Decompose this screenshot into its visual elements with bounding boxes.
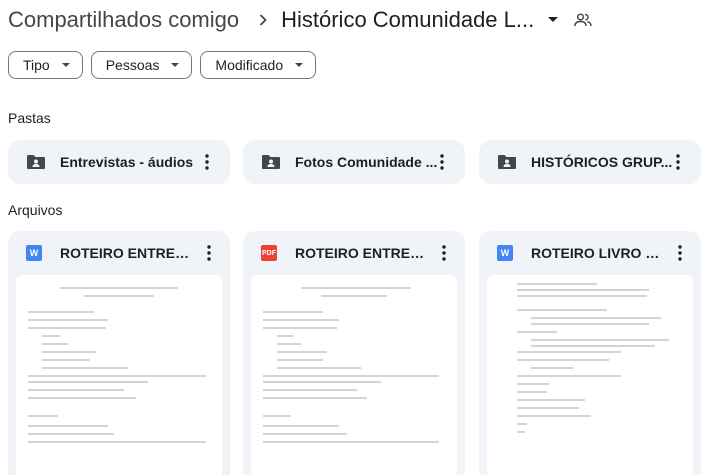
caret-down-icon [171, 63, 180, 67]
caret-down-icon [295, 63, 304, 67]
document-thumbnail [487, 275, 693, 475]
file-card-header: W ROTEIRO LIVRO CO... [479, 231, 701, 275]
word-doc-icon: W [497, 245, 513, 261]
filter-modified-chip[interactable]: Modificado [200, 51, 317, 79]
shared-folder-icon [261, 152, 281, 172]
shared-folder-icon [26, 152, 46, 172]
document-thumbnail [251, 275, 457, 475]
filter-people-chip[interactable]: Pessoas [90, 51, 193, 79]
file-card-header: W ROTEIRO ENTREVIS... [8, 231, 230, 275]
breadcrumb-current-folder[interactable]: Histórico Comunidade L... [281, 7, 534, 33]
folder-name: HISTÓRICOS GRUP... [531, 154, 673, 170]
folder-card[interactable]: Fotos Comunidade ... [243, 140, 465, 184]
more-options-icon[interactable] [198, 153, 216, 171]
file-card[interactable]: W ROTEIRO LIVRO CO... [479, 231, 701, 475]
file-name: ROTEIRO LIVRO CO... [531, 245, 661, 261]
caret-down-icon[interactable] [548, 17, 559, 23]
caret-down-icon [61, 63, 70, 67]
folder-card[interactable]: HISTÓRICOS GRUP... [479, 140, 701, 184]
breadcrumb: Compartilhados comigo Histórico Comunida… [8, 4, 592, 36]
more-options-icon[interactable] [200, 244, 218, 262]
word-doc-icon: W [26, 245, 42, 261]
file-card-header: PDF ROTEIRO ENTREVIS... [243, 231, 465, 275]
pdf-icon: PDF [261, 245, 277, 261]
shared-people-icon[interactable] [574, 13, 592, 27]
document-thumbnail [16, 275, 222, 475]
filter-type-chip[interactable]: Tipo [8, 51, 83, 79]
more-options-icon[interactable] [435, 244, 453, 262]
folder-name: Entrevistas - áudios [60, 154, 194, 170]
folders-section-label: Pastas [8, 110, 51, 126]
filter-label: Pessoas [105, 57, 160, 73]
folder-name: Fotos Comunidade ... [295, 154, 438, 170]
file-name: ROTEIRO ENTREVIS... [60, 245, 190, 261]
more-options-icon[interactable] [433, 153, 451, 171]
folder-card[interactable]: Entrevistas - áudios [8, 140, 230, 184]
files-section-label: Arquivos [8, 202, 63, 218]
file-name: ROTEIRO ENTREVIS... [295, 245, 425, 261]
more-options-icon[interactable] [669, 153, 687, 171]
filter-label: Tipo [23, 57, 50, 73]
chevron-right-icon [259, 14, 267, 26]
more-options-icon[interactable] [671, 244, 689, 262]
filter-label: Modificado [215, 57, 284, 73]
file-card[interactable]: PDF ROTEIRO ENTREVIS... [243, 231, 465, 475]
file-card[interactable]: W ROTEIRO ENTREVIS... [8, 231, 230, 475]
shared-folder-icon [497, 152, 517, 172]
filter-bar: Tipo Pessoas Modificado [8, 51, 317, 79]
breadcrumb-root[interactable]: Compartilhados comigo [8, 7, 239, 33]
